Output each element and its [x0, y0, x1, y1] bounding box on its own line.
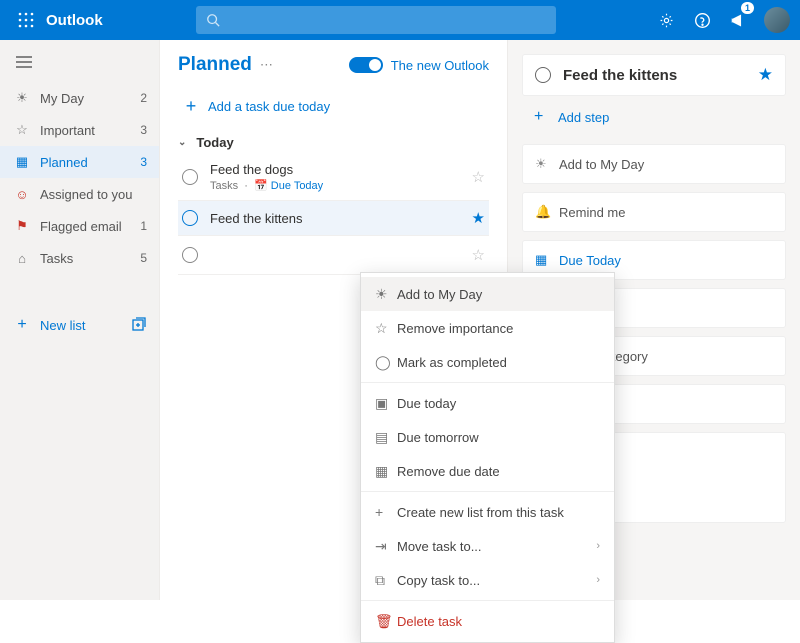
- app-launcher-icon[interactable]: [10, 4, 42, 36]
- star-icon[interactable]: ★: [758, 65, 773, 85]
- add-step-button[interactable]: + Add step: [522, 98, 786, 136]
- check-icon: ◯: [375, 354, 397, 371]
- star-icon: ☆: [375, 320, 397, 337]
- plus-icon: +: [180, 96, 202, 117]
- sidebar-item-myday[interactable]: ☀ My Day 2: [0, 82, 159, 114]
- separator: [361, 382, 614, 383]
- trash-icon: 🗑: [375, 613, 397, 630]
- bell-icon: 🔔: [535, 204, 559, 220]
- add-task-button[interactable]: + Add a task due today: [178, 86, 489, 127]
- notif-badge: 1: [741, 2, 754, 14]
- sidebar: ☀ My Day 2 ☆ Important 3 ▦ Planned 3 ☺ A…: [0, 40, 160, 600]
- detail-title[interactable]: Feed the kittens: [563, 67, 758, 84]
- list-title: Planned: [178, 54, 252, 76]
- menu-due-today[interactable]: ▣Due today: [361, 386, 614, 420]
- menu-mark-completed[interactable]: ◯Mark as completed: [361, 345, 614, 379]
- star-icon: ☆: [12, 122, 32, 138]
- star-icon[interactable]: ★: [472, 209, 485, 227]
- star-icon[interactable]: ☆: [472, 246, 485, 264]
- task-row[interactable]: Feed the kittens ★: [178, 201, 489, 236]
- sun-icon: ☀: [375, 286, 397, 303]
- section-header-today[interactable]: ⌄ Today: [178, 135, 489, 150]
- calendar-icon: ▦: [535, 252, 559, 268]
- complete-radio[interactable]: [182, 210, 198, 226]
- sidebar-item-important[interactable]: ☆ Important 3: [0, 114, 159, 146]
- announcements-icon[interactable]: 1: [722, 4, 754, 36]
- toggle-label: The new Outlook: [391, 58, 489, 73]
- detail-add-myday[interactable]: ☀Add to My Day: [522, 144, 786, 184]
- sidebar-item-assigned[interactable]: ☺ Assigned to you: [0, 178, 159, 210]
- detail-header: Feed the kittens ★: [522, 54, 786, 96]
- plus-icon: +: [12, 316, 32, 334]
- separator: [361, 491, 614, 492]
- flag-icon: ⚑: [12, 218, 32, 234]
- brand-label: Outlook: [46, 12, 103, 29]
- search-input[interactable]: [196, 6, 556, 34]
- menu-copy[interactable]: ⧉Copy task to...›: [361, 563, 614, 597]
- person-icon: ☺: [12, 187, 32, 202]
- complete-radio[interactable]: [182, 169, 198, 185]
- help-icon[interactable]: [686, 4, 718, 36]
- avatar[interactable]: [764, 7, 790, 33]
- task-row[interactable]: ☆: [178, 236, 489, 275]
- new-outlook-toggle[interactable]: [349, 57, 383, 73]
- calendar-tomorrow-icon: ▤: [375, 429, 397, 446]
- menu-remove-importance[interactable]: ☆Remove importance: [361, 311, 614, 345]
- menu-due-tomorrow[interactable]: ▤Due tomorrow: [361, 420, 614, 454]
- app-header: Outlook 1: [0, 0, 800, 40]
- complete-radio[interactable]: [535, 67, 551, 83]
- sidebar-item-flagged[interactable]: ⚑ Flagged email 1: [0, 210, 159, 242]
- calendar-icon: ▦: [12, 154, 32, 170]
- menu-delete[interactable]: 🗑Delete task: [361, 604, 614, 638]
- sun-icon: ☀: [535, 156, 559, 172]
- sidebar-item-tasks[interactable]: ⌂ Tasks 5: [0, 242, 159, 274]
- chevron-right-icon: ›: [596, 574, 600, 586]
- task-row[interactable]: Feed the dogs Tasks · 📅 Due Today ☆: [178, 154, 489, 201]
- settings-icon[interactable]: [650, 4, 682, 36]
- star-icon[interactable]: ☆: [472, 168, 485, 186]
- copy-icon: ⧉: [375, 572, 397, 589]
- calendar-today-icon: ▣: [375, 395, 397, 412]
- chevron-right-icon: ›: [596, 540, 600, 552]
- separator: [361, 600, 614, 601]
- menu-create-list[interactable]: +Create new list from this task: [361, 495, 614, 529]
- plus-icon: +: [534, 108, 558, 126]
- sidebar-item-planned[interactable]: ▦ Planned 3: [0, 146, 159, 178]
- sun-icon: ☀: [12, 90, 32, 106]
- calendar-remove-icon: ▦: [375, 463, 397, 480]
- menu-remove-due[interactable]: ▦Remove due date: [361, 454, 614, 488]
- hamburger-icon[interactable]: [0, 48, 159, 76]
- move-icon: ⇥: [375, 538, 397, 555]
- new-group-icon[interactable]: [131, 317, 147, 333]
- chevron-down-icon: ⌄: [178, 137, 186, 148]
- task-list-pane: Planned ⋯ The new Outlook + Add a task d…: [160, 40, 508, 600]
- menu-move[interactable]: ⇥Move task to...›: [361, 529, 614, 563]
- new-list-button[interactable]: + New list: [0, 310, 159, 340]
- list-options-icon[interactable]: ⋯: [260, 57, 273, 73]
- complete-radio[interactable]: [182, 247, 198, 263]
- menu-add-myday[interactable]: ☀Add to My Day: [361, 277, 614, 311]
- context-menu: ☀Add to My Day ☆Remove importance ◯Mark …: [360, 272, 615, 643]
- detail-remind[interactable]: 🔔Remind me: [522, 192, 786, 232]
- home-icon: ⌂: [12, 251, 32, 266]
- plus-icon: +: [375, 504, 397, 520]
